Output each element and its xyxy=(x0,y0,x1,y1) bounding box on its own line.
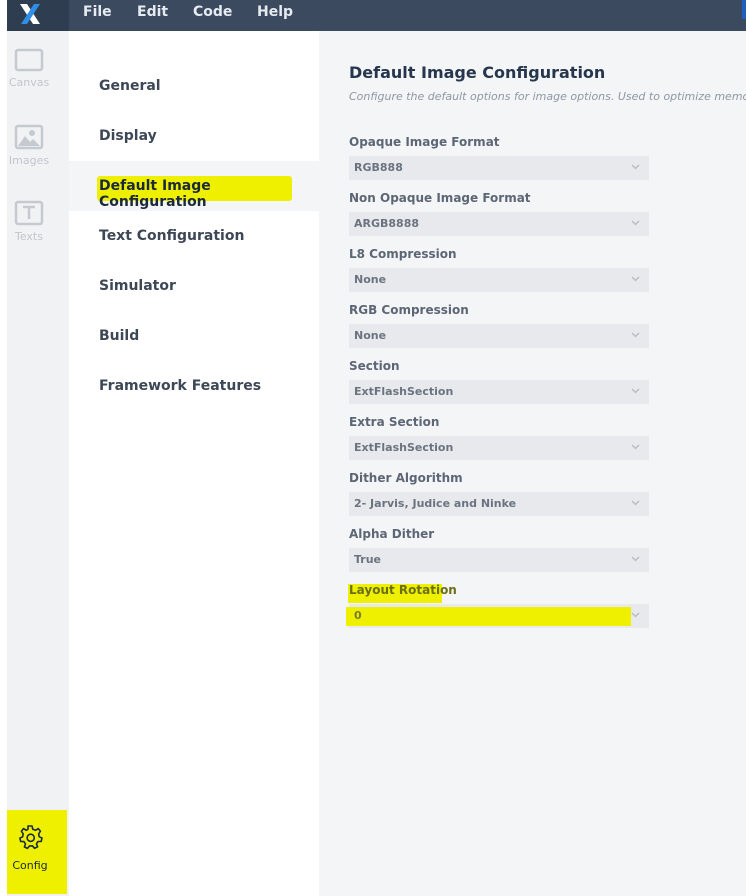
chevron-down-icon xyxy=(631,332,640,338)
nav-item-default-image-configuration[interactable]: Default Image Configuration xyxy=(99,178,319,210)
select-value: RGB888 xyxy=(354,161,403,174)
menu-file[interactable]: File xyxy=(83,4,112,20)
left-rail: Canvas Images Texts Config xyxy=(7,31,69,896)
select-rgb-compression[interactable]: None xyxy=(349,324,649,348)
chevron-down-icon xyxy=(631,276,640,282)
menu-code[interactable]: Code xyxy=(193,4,232,20)
select-value: 0 xyxy=(354,609,362,622)
select-non-opaque-image-format[interactable]: ARGB8888 xyxy=(349,212,649,236)
menubar: File Edit Code Help xyxy=(7,0,746,31)
menubar-accent xyxy=(742,0,746,19)
select-value: None xyxy=(354,273,387,286)
rail-item-texts[interactable]: Texts xyxy=(7,200,51,243)
app-logo xyxy=(7,0,69,31)
config-content: Default Image Configuration Configure th… xyxy=(319,31,746,896)
settings-nav: General Display Default Image Configurat… xyxy=(69,31,319,896)
nav-item-general[interactable]: General xyxy=(99,78,161,94)
page-title: Default Image Configuration xyxy=(349,63,606,82)
rail-item-config[interactable]: Config xyxy=(7,824,53,872)
field-label-alpha-dither: Alpha Dither xyxy=(349,527,435,541)
nav-item-simulator[interactable]: Simulator xyxy=(99,278,176,294)
field-label-extra-section: Extra Section xyxy=(349,415,440,429)
rail-item-label: Images xyxy=(8,154,50,167)
rail-item-canvas[interactable]: Canvas xyxy=(7,48,51,89)
nav-item-build[interactable]: Build xyxy=(99,328,139,344)
select-value: 2- Jarvis, Judice and Ninke xyxy=(354,497,517,510)
select-section[interactable]: ExtFlashSection xyxy=(349,380,649,404)
select-value: ARGB8888 xyxy=(354,217,420,230)
field-label-rgb-compression: RGB Compression xyxy=(349,303,469,317)
window-edge xyxy=(0,0,7,896)
chevron-down-icon xyxy=(631,164,640,170)
image-icon xyxy=(14,124,44,150)
x-logo-icon xyxy=(20,4,40,24)
select-layout-rotation[interactable]: 0 xyxy=(346,604,649,628)
chevron-down-icon xyxy=(631,556,640,562)
select-extra-section[interactable]: ExtFlashSection xyxy=(349,436,649,460)
menu-edit[interactable]: Edit xyxy=(137,4,168,20)
chevron-down-icon xyxy=(631,444,640,450)
rail-item-label: Texts xyxy=(15,230,43,243)
field-label-dither-algorithm: Dither Algorithm xyxy=(349,471,463,485)
rail-item-label: Canvas xyxy=(8,76,50,89)
nav-item-display[interactable]: Display xyxy=(99,128,157,144)
field-label-section: Section xyxy=(349,359,400,373)
menu-help[interactable]: Help xyxy=(257,4,293,20)
nav-item-framework-features[interactable]: Framework Features xyxy=(99,378,261,394)
select-l8-compression[interactable]: None xyxy=(349,268,649,292)
chevron-down-icon xyxy=(631,500,640,506)
select-opaque-image-format[interactable]: RGB888 xyxy=(349,156,649,180)
gear-icon xyxy=(19,825,43,850)
chevron-down-icon xyxy=(631,388,640,394)
rail-item-label: Config xyxy=(12,859,48,872)
select-dither-algorithm[interactable]: 2- Jarvis, Judice and Ninke xyxy=(349,492,649,516)
field-label-layout-rotation: Layout Rotation xyxy=(349,583,457,597)
select-alpha-dither[interactable]: True xyxy=(349,548,649,572)
page-subtitle: Configure the default options for image … xyxy=(349,90,746,103)
field-label-non-opaque-image-format: Non Opaque Image Format xyxy=(349,191,531,205)
rail-item-images[interactable]: Images xyxy=(7,124,51,167)
field-label-l8-compression: L8 Compression xyxy=(349,247,457,261)
chevron-down-icon xyxy=(631,220,640,226)
nav-item-text-configuration[interactable]: Text Configuration xyxy=(99,228,244,244)
text-icon xyxy=(14,200,44,226)
select-value: True xyxy=(354,553,382,566)
select-value: ExtFlashSection xyxy=(354,441,454,454)
select-value: ExtFlashSection xyxy=(354,385,454,398)
field-label-opaque-image-format: Opaque Image Format xyxy=(349,135,500,149)
select-value: None xyxy=(354,329,387,342)
chevron-down-icon xyxy=(631,612,640,618)
canvas-icon xyxy=(14,48,44,72)
select-highlight xyxy=(346,607,631,626)
